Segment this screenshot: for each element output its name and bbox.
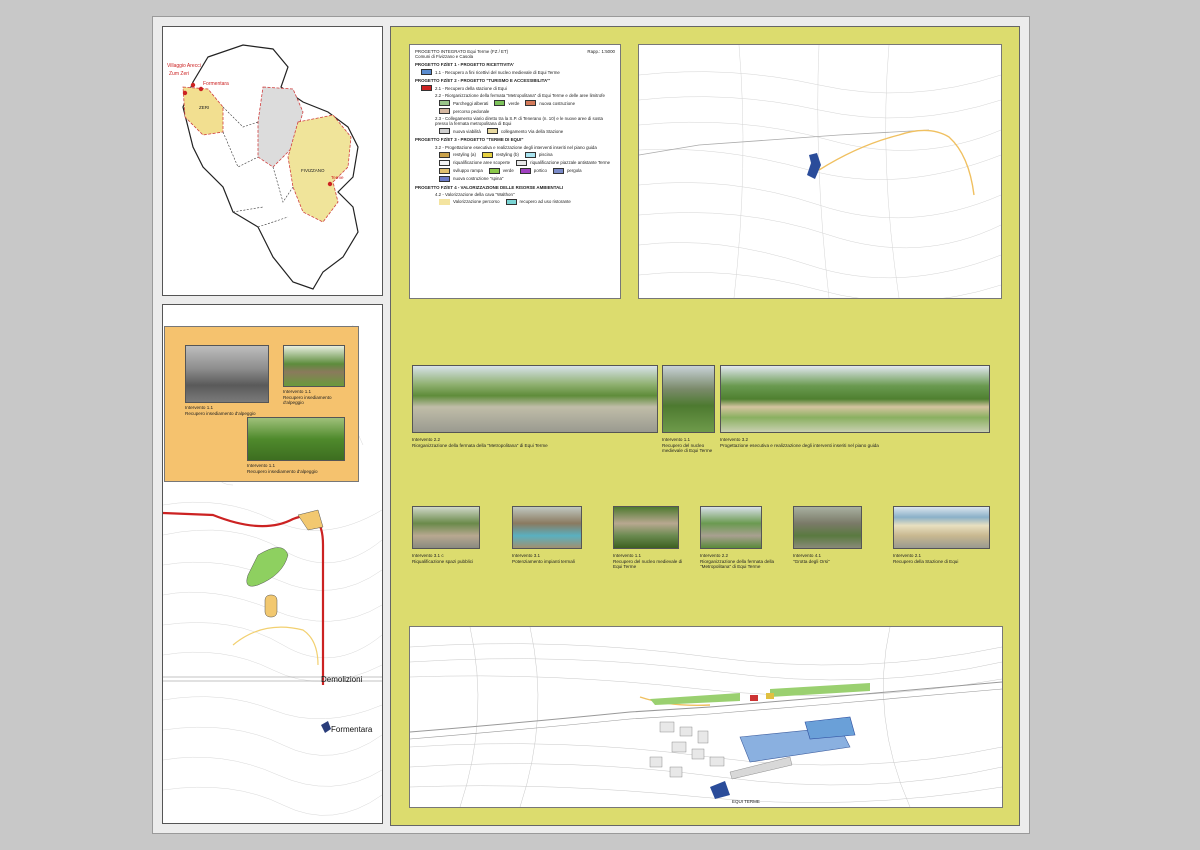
regional-map: Villaggio Arecci Zum Zeri Formentara ZER… (167, 44, 359, 290)
photo-thermal-pool (512, 506, 582, 549)
caption: Intervento 4.1 "Grotta degli Orsi" (793, 553, 830, 564)
legend-item: 2.1 - Recupero della stazione di Equi (435, 85, 507, 91)
photo-meadow-house (247, 417, 345, 461)
legend-swatch-label: percorso pedonale (453, 108, 490, 114)
legend-swatch-label: pergola (566, 168, 582, 174)
legend-swatch-label: riqualificazione aree scoperte (453, 160, 511, 166)
site-plan: EQUI TERME (409, 626, 1003, 808)
place-label: Formentara (203, 81, 229, 87)
legend-swatch-label: verde (502, 168, 514, 174)
legend-swatch-label: verde (508, 100, 520, 106)
regional-map-panel: Villaggio Arecci Zum Zeri Formentara ZER… (162, 26, 383, 296)
photo-stone-house (283, 345, 345, 387)
legend-swatch-label: nuova viabilità (453, 128, 481, 134)
legend-item: 3.2 - Progettazione esecutiva e realizza… (435, 144, 597, 150)
legend-item: 2.2 - Riorganizzazione della fermata "Me… (435, 93, 605, 99)
photo-metropolitana-stop (412, 365, 658, 433)
legend-section-header: PROGETTO FZ/ET 2 - PROGETTO "TURISMO E A… (415, 78, 551, 84)
swatch (421, 85, 432, 92)
legend-swatch-label: Parcheggi alberati (453, 100, 489, 106)
caption: Intervento 1.1 Recupero insediamento d'al… (247, 463, 318, 474)
legend-section-header: PROGETTO FZ/ET 1 - PROGETTO RICETTIVITA' (415, 62, 515, 68)
legend-swatch-label: riqualificazione piazzale antistante Ter… (530, 160, 611, 166)
caption: Intervento 2.1 Recupero della Stazione di… (893, 553, 959, 564)
legend-swatch-label: collegamento Via della Stazione (500, 128, 564, 134)
place-label: Zum Zeri (169, 71, 189, 77)
place-label: Villaggio Arecci (167, 63, 201, 69)
legend-scale: Rapp.: 1:5000 (587, 49, 615, 54)
caption: Intervento 2.2 Riorganizzazione della fer… (412, 437, 548, 448)
place-label: FIVIZZANO (301, 168, 325, 173)
demolizioni-label: Demolizioni (321, 675, 363, 684)
legend-subtitle: Comuni di Fivizzano e Casola (415, 54, 474, 60)
place-label: ZERI (199, 105, 209, 110)
caption: Intervento 1.1 Recupero del nucleo mediev… (662, 437, 713, 453)
place-label: Terme (331, 175, 344, 180)
caption: Intervento 1.1 Recupero insediamento d'al… (185, 405, 256, 416)
legend-item: 4.2 - Valorizzazione della cava "Walthon… (435, 191, 515, 197)
caption: Intervento 3.1 Potenziamento impianti ter… (512, 553, 575, 564)
legend-swatch-label: nuova costruzione "spina" (453, 176, 504, 182)
project-legend: PROGETTO INTEGRATO Equi Terme (FZ / ET) … (409, 44, 621, 299)
legend-section-header: PROGETTO FZ/ET 4 - VALORIZZAZIONE DELLE … (415, 184, 564, 190)
caption: Intervento 3.1 c Riqualificazione spazi p… (412, 553, 474, 564)
photo-grotta (793, 506, 862, 549)
legend-swatch-label: recupero ad uso ristorante (519, 199, 571, 205)
caption: Intervento 1.1 Recupero del nucleo mediev… (613, 553, 683, 569)
legend-item: 2.3 - Collegamento viario diretto tra la… (435, 116, 603, 127)
photo-station-building (893, 506, 990, 549)
caption: Intervento 3.2 Progettazione esecutiva e … (720, 437, 879, 448)
formentara-label: Formentara (331, 725, 373, 734)
photo-terme-complex (720, 365, 990, 433)
swatch (421, 69, 432, 76)
alpine-settlement-box: Intervento 1.1 Recupero insediamento d'al… (164, 326, 359, 482)
legend-swatch-label: Valorizzazione percorso (453, 199, 500, 205)
photo-public-spaces (412, 506, 480, 549)
caption: Intervento 2.2 Riorganizzazione della fer… (700, 553, 775, 569)
site-topographic-map (638, 44, 1002, 299)
legend-swatch-label: restyling (a) (453, 152, 476, 158)
photo-old-barn (185, 345, 269, 403)
photo-medieval-village (662, 365, 715, 433)
site-plan-label: EQUI TERME (732, 799, 760, 804)
photo-station-road (700, 506, 762, 549)
legend-swatch-label: restyling (b) (495, 152, 519, 158)
legend-swatch-label: sviluppo rampa (453, 168, 483, 174)
photo-medieval-aerial (613, 506, 679, 549)
legend-swatch-label: portico (533, 168, 547, 174)
legend-swatch-label: piscina (538, 152, 553, 158)
caption: Intervento 1.1 Recupero insediamento d'al… (283, 389, 332, 405)
legend-item: 1.1 - Recupero a fini ricettivi del nucl… (435, 69, 560, 75)
legend-swatch-label: nuova costruzione (539, 100, 576, 106)
legend-section-header: PROGETTO FZ/ET 3 - PROGETTO "TERME DI EQ… (415, 137, 524, 143)
